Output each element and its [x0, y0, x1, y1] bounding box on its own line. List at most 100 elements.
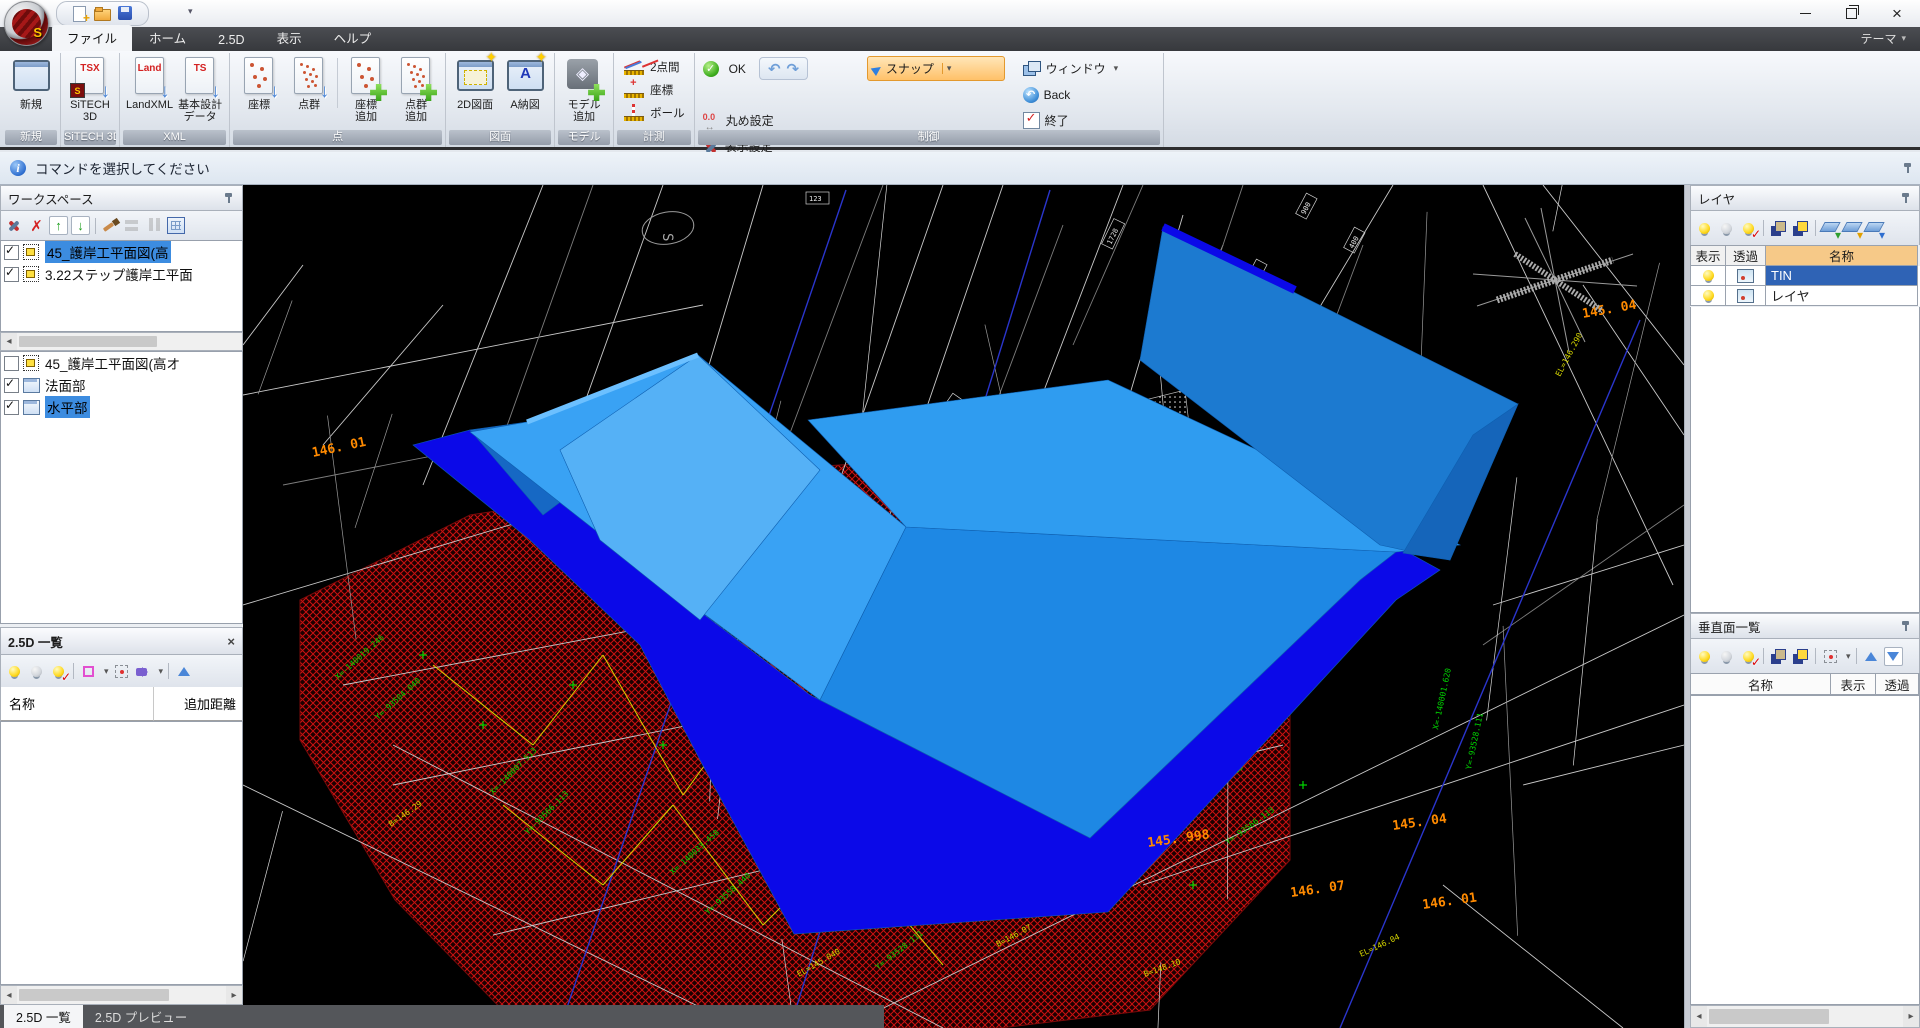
checkbox[interactable]	[4, 378, 19, 393]
layer-transparency-cell[interactable]	[1726, 286, 1766, 306]
tab-2.5D[interactable]: 2.5D	[203, 30, 259, 51]
redo-icon[interactable]: ↷	[787, 60, 800, 78]
cad-viewport[interactable]: X=-140019.246Y=-93504.040X=-140007.513Y=…	[243, 185, 1684, 1028]
open-folder-icon[interactable]	[94, 5, 111, 22]
chevron-down-icon[interactable]: ▾	[1846, 651, 1851, 662]
tab-ファイル[interactable]: ファイル	[52, 25, 132, 51]
minimize-button[interactable]	[1782, 0, 1828, 27]
tree-item-45_護岸工平面図(高[interactable]: 45_護岸工平面図(高	[1, 241, 242, 263]
move-up-icon[interactable]: ↑	[49, 216, 68, 235]
bulb-check-icon[interactable]	[1739, 647, 1758, 666]
ribbon-button-SiTECH3D[interactable]: TSX↓SSiTECH3D	[65, 54, 115, 123]
square-pair-b-icon[interactable]	[1791, 647, 1810, 666]
vertical-table-empty[interactable]	[1690, 695, 1920, 1005]
brush-icon[interactable]	[101, 216, 120, 235]
ribbon-button-LandXML[interactable]: Land↓LandXML	[124, 54, 175, 111]
workspace-hscrollbar[interactable]: ◂	[0, 332, 243, 351]
column-header-名称[interactable]: 名称	[1, 687, 154, 721]
save-icon[interactable]	[117, 5, 134, 22]
ribbon-button-座標[interactable]: 座標	[618, 79, 690, 100]
column-header-名称[interactable]: 名称	[1691, 674, 1831, 695]
checkbox[interactable]	[4, 356, 19, 371]
bulb-off-icon[interactable]	[1717, 647, 1736, 666]
column-header-名称[interactable]: 名称	[1766, 245, 1918, 266]
undo-icon[interactable]: ↶	[768, 60, 781, 78]
focus-icon[interactable]	[1821, 647, 1840, 666]
move-down-icon[interactable]: ↓	[71, 216, 90, 235]
tree-item-3.22ステップ護岸工平面[interactable]: 3.22ステップ護岸工平面	[1, 263, 242, 285]
tri-up-icon[interactable]	[174, 662, 193, 681]
scroll-left-arrow-icon[interactable]: ◂	[1, 986, 17, 1004]
ribbon-button-基本設計データ[interactable]: TS↓基本設計データ	[175, 54, 225, 123]
layers-blue-icon[interactable]	[1865, 219, 1884, 238]
restore-button[interactable]	[1828, 0, 1874, 27]
bulb-on-icon[interactable]	[1699, 286, 1718, 305]
layer-table-empty[interactable]	[1690, 307, 1920, 613]
square-pair-b-icon[interactable]	[1791, 219, 1810, 238]
chevron-down-icon[interactable]: ▾	[942, 63, 952, 74]
settings-icon[interactable]	[5, 216, 24, 235]
scroll-left-arrow-icon[interactable]: ◂	[1, 333, 17, 350]
window-menu-button[interactable]: ウィンドウ▾	[1019, 56, 1137, 81]
theme-button[interactable]: テーマ ▾	[1860, 30, 1920, 51]
ribbon-button-点群追加[interactable]: 点群追加	[391, 54, 441, 123]
vertical-pin-icon[interactable]	[1900, 620, 1912, 632]
ribbon-button-A納図[interactable]: ✦A納図	[500, 54, 550, 123]
ribbon-button-2点間[interactable]: 2点間	[618, 56, 690, 77]
vertical-hscrollbar[interactable]: ◂ ▸	[1690, 1005, 1920, 1028]
delete-icon[interactable]: ✗	[27, 216, 46, 235]
scroll-right-arrow-icon[interactable]: ▸	[226, 986, 242, 1004]
chevron-down-icon[interactable]: ▾	[1114, 63, 1119, 74]
bottom-tab-2.5D プレビュー[interactable]: 2.5D プレビュー	[83, 1005, 199, 1028]
layer-pin-icon[interactable]	[1900, 192, 1912, 204]
ok-button[interactable]: ✓OK	[703, 61, 746, 77]
bottom-tab-2.5D 一覧[interactable]: 2.5D 一覧	[4, 1005, 83, 1028]
checkbox[interactable]	[4, 245, 19, 260]
scrollbar-thumb[interactable]	[19, 336, 157, 348]
tree-item-45_護岸工平面図(高オ[interactable]: 45_護岸工平面図(高オ	[1, 352, 242, 374]
tri-up-icon[interactable]	[1862, 647, 1881, 666]
snap-button[interactable]: ▶スナップ▾	[867, 56, 1005, 81]
cad-canvas[interactable]: X=-140019.246Y=-93504.040X=-140007.513Y=…	[243, 185, 1684, 1028]
scroll-left-arrow-icon[interactable]: ◂	[1691, 1006, 1707, 1027]
new-document-icon[interactable]	[71, 5, 88, 22]
checkbox[interactable]	[4, 400, 19, 415]
bulb-off-icon[interactable]	[1717, 219, 1736, 238]
ribbon-button-点群[interactable]: ↓点群	[284, 54, 334, 111]
column-header-表示[interactable]: 表示	[1831, 674, 1876, 695]
scroll-right-arrow-icon[interactable]: ▸	[1903, 1006, 1919, 1027]
tree-item-法面部[interactable]: 法面部	[1, 374, 242, 396]
panel-25d-hscrollbar[interactable]: ◂ ▸	[0, 985, 243, 1005]
column-header-透過[interactable]: 透過	[1726, 245, 1766, 266]
pink-square-icon[interactable]	[79, 662, 98, 681]
ribbon-button-新規[interactable]: 新規	[6, 54, 56, 111]
chevron-down-icon[interactable]: ▾	[159, 666, 164, 677]
back-button[interactable]: ↶Back	[1019, 82, 1137, 107]
layers-green-icon[interactable]	[1821, 219, 1840, 238]
layer-name-cell[interactable]: TIN	[1766, 266, 1918, 286]
ribbon-button-ポール[interactable]: ポール	[618, 102, 690, 123]
ribbon-button-座標[interactable]: ↓座標	[234, 54, 284, 111]
tri-down-icon[interactable]	[1884, 647, 1903, 666]
chevron-down-icon[interactable]: ▾	[104, 666, 109, 677]
tab-ヘルプ[interactable]: ヘルプ	[319, 25, 387, 51]
bulb-check-icon[interactable]	[49, 662, 68, 681]
checkbox[interactable]	[4, 267, 19, 282]
bulb-on-icon[interactable]	[1695, 219, 1714, 238]
layer-row-レイヤ[interactable]: レイヤ	[1690, 286, 1920, 306]
layer-visible-cell[interactable]	[1690, 266, 1726, 286]
panel-25d-list[interactable]	[0, 721, 243, 985]
workspace-pin-icon[interactable]	[223, 192, 235, 204]
bulb-on-icon[interactable]	[1699, 266, 1718, 285]
image-icon[interactable]	[1737, 289, 1754, 303]
align-v-icon[interactable]	[145, 216, 164, 235]
ribbon-button-座標追加[interactable]: 座標追加	[341, 54, 391, 123]
tree-item-水平部[interactable]: 水平部	[1, 396, 242, 418]
ribbon-button-モデル追加[interactable]: ◈モデル追加	[559, 54, 609, 123]
focus-icon[interactable]	[112, 662, 131, 681]
close-icon[interactable]: ×	[227, 634, 235, 649]
square-pair-a-icon[interactable]	[1769, 219, 1788, 238]
scrollbar-thumb[interactable]	[19, 989, 169, 1002]
app-logo-button[interactable]: S	[4, 1, 49, 46]
blueprint-icon[interactable]	[167, 217, 185, 234]
